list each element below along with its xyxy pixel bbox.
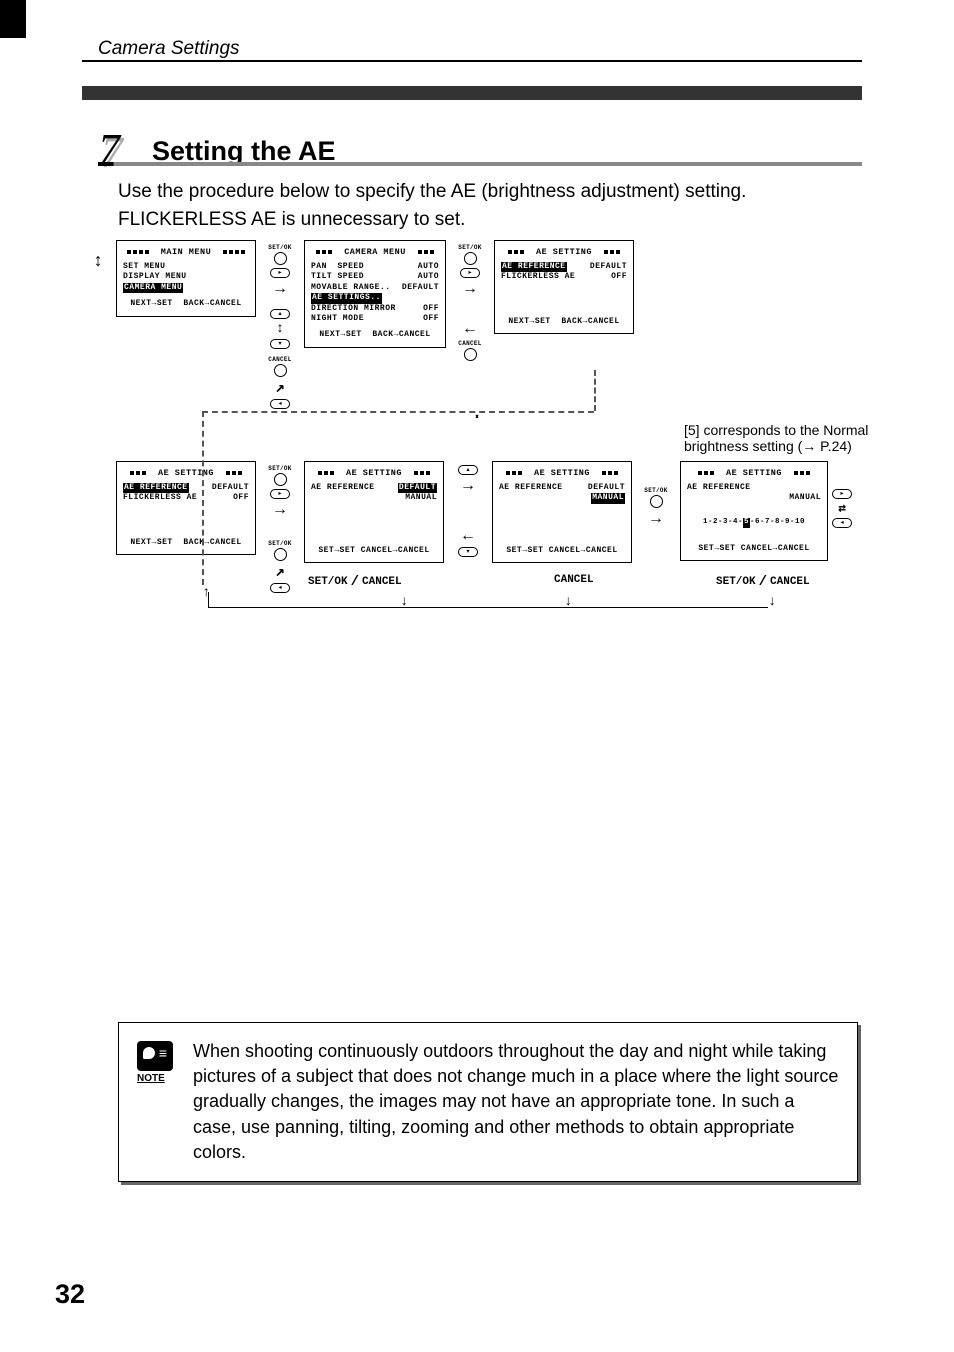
- return-combo-1: SET/OK / CANCEL: [308, 574, 402, 590]
- up-down-controls: ↕: [80, 240, 116, 276]
- right-button-icon: [270, 268, 290, 278]
- section-number: 7 7: [98, 128, 130, 174]
- note-box: NOTE When shooting continuously outdoors…: [118, 1022, 858, 1182]
- setok-button-icon: [274, 548, 287, 561]
- connector-2: SET/OK → ← CANCEL: [446, 240, 494, 361]
- right-button-icon: [270, 489, 290, 499]
- page-tab: [0, 0, 26, 38]
- screen-ae-setting-2: AE SETTING AE REFERENCEDEFAULT FLICKERLE…: [116, 461, 256, 555]
- setok-button-icon: [650, 495, 663, 508]
- cancel-button-icon: [464, 348, 477, 361]
- header-rule: [82, 60, 862, 62]
- title-underline: [98, 162, 862, 166]
- down-button-icon: [270, 339, 290, 349]
- up-button-icon: [270, 309, 290, 319]
- right-button-icon: [832, 489, 852, 499]
- intro-paragraph: Use the procedure below to specify the A…: [118, 178, 854, 233]
- connector-1: SET/OK → ↕ CANCEL ↗: [256, 240, 304, 409]
- left-button-icon: [270, 399, 290, 409]
- header-bar: [82, 86, 862, 100]
- connector-4: → ←: [444, 461, 492, 557]
- cancel-button-icon: [274, 364, 287, 377]
- screen-ae-setting-4: AE SETTING AE REFERENCEDEFAULTMANUAL SET…: [492, 461, 632, 563]
- screen-main-menu: MAIN MENU SET MENU DISPLAY MENU CAMERA M…: [116, 240, 256, 317]
- menu-flow-diagram: ↕ MAIN MENU SET MENU DISPLAY MENU CAMERA…: [80, 240, 874, 593]
- right-lr-controls: ⇄: [828, 461, 856, 528]
- connector-3: SET/OK → SET/OK ↗: [256, 461, 304, 593]
- scale-annotation: [5] corresponds to the Normal brightness…: [684, 422, 884, 454]
- screen-camera-menu: CAMERA MENU PAN SPEEDAUTO TILT SPEEDAUTO…: [304, 240, 446, 348]
- page-number: 32: [55, 1279, 85, 1310]
- up-button-icon: [458, 465, 478, 475]
- return-combo-2: CANCEL: [554, 574, 594, 587]
- section-title-row: 7 7 Setting the AE: [98, 128, 336, 174]
- connector-5: SET/OK →: [632, 461, 680, 527]
- note-icon: [137, 1041, 173, 1071]
- down-button-icon: [458, 547, 478, 557]
- setok-button-icon: [274, 473, 287, 486]
- note-label: NOTE: [137, 1073, 173, 1084]
- screen-ae-setting-5: AE SETTING AE REFERENCE MANUAL 1-2-3-4-5…: [680, 461, 828, 561]
- screen-ae-setting-3: AE SETTING AE REFERENCEDEFAULTMANUAL SET…: [304, 461, 444, 563]
- section-header: Camera Settings: [98, 38, 240, 60]
- left-button-icon: [832, 518, 852, 528]
- screen-ae-setting-1: AE SETTING AE REFERENCEDEFAULT FLICKERLE…: [494, 240, 634, 334]
- return-combo-3: SET/OK / CANCEL: [716, 574, 810, 590]
- setok-button-icon: [464, 252, 477, 265]
- setok-button-icon: [274, 252, 287, 265]
- right-button-icon: [460, 268, 480, 278]
- note-text: When shooting continuously outdoors thro…: [193, 1039, 839, 1165]
